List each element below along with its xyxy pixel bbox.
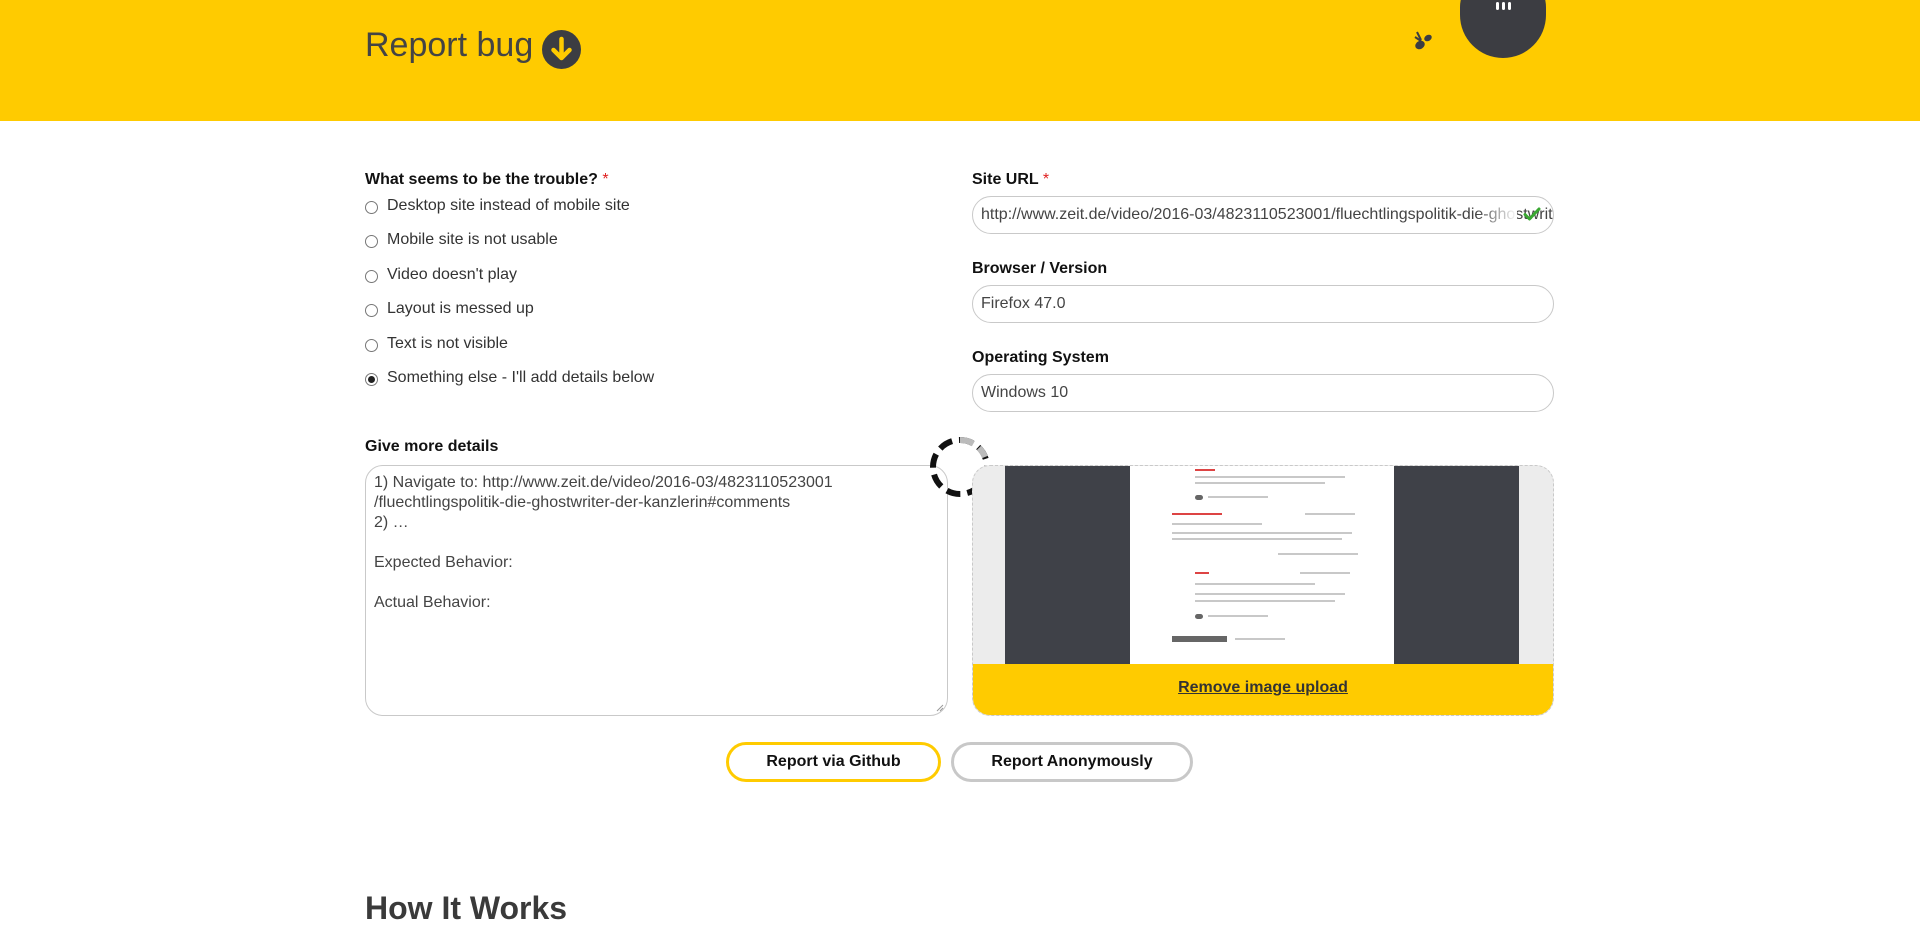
remove-image-upload-link[interactable]: Remove image upload <box>973 679 1553 697</box>
radio-button[interactable] <box>365 235 378 248</box>
operating-system-input[interactable]: Windows 10 <box>972 374 1554 412</box>
bee-icon <box>1414 31 1432 50</box>
resize-handle-icon[interactable] <box>936 704 944 712</box>
page-title: Report bug <box>365 26 534 64</box>
radio-button[interactable] <box>365 304 378 317</box>
site-header: Report bug <box>0 0 1920 121</box>
screenshot-thumbnail <box>1005 466 1130 664</box>
radio-button[interactable] <box>365 339 378 352</box>
details-label: Give more details <box>365 438 499 455</box>
site-url-input[interactable]: http://www.zeit.de/video/2016-03/4823110… <box>972 196 1554 234</box>
radio-button[interactable] <box>365 201 378 214</box>
browser-version-input[interactable]: Firefox 47.0 <box>972 285 1554 323</box>
browser-label: Browser / Version <box>972 260 1108 277</box>
report-anonymously-button[interactable]: Report Anonymously <box>951 742 1193 782</box>
radio-button[interactable] <box>365 270 378 283</box>
checkmark-icon <box>1523 207 1541 221</box>
avatar-icon[interactable] <box>1460 0 1546 58</box>
download-circle-icon[interactable] <box>542 30 581 69</box>
radio-button-selected[interactable] <box>365 373 378 386</box>
screenshot-thumbnail-right <box>1394 466 1519 664</box>
image-upload-preview[interactable]: Remove image upload <box>972 465 1554 716</box>
trouble-label: What seems to be the trouble? * <box>365 171 609 188</box>
screenshot-thumbnail-page <box>1130 466 1394 664</box>
site-url-label: Site URL * <box>972 171 1050 188</box>
os-label: Operating System <box>972 349 1109 366</box>
report-via-github-button[interactable]: Report via Github <box>726 742 941 782</box>
details-textarea[interactable]: 1) Navigate to: http://www.zeit.de/video… <box>365 465 948 716</box>
how-it-works-heading: How It Works <box>365 890 568 926</box>
remove-image-bar: Remove image upload <box>973 664 1553 715</box>
